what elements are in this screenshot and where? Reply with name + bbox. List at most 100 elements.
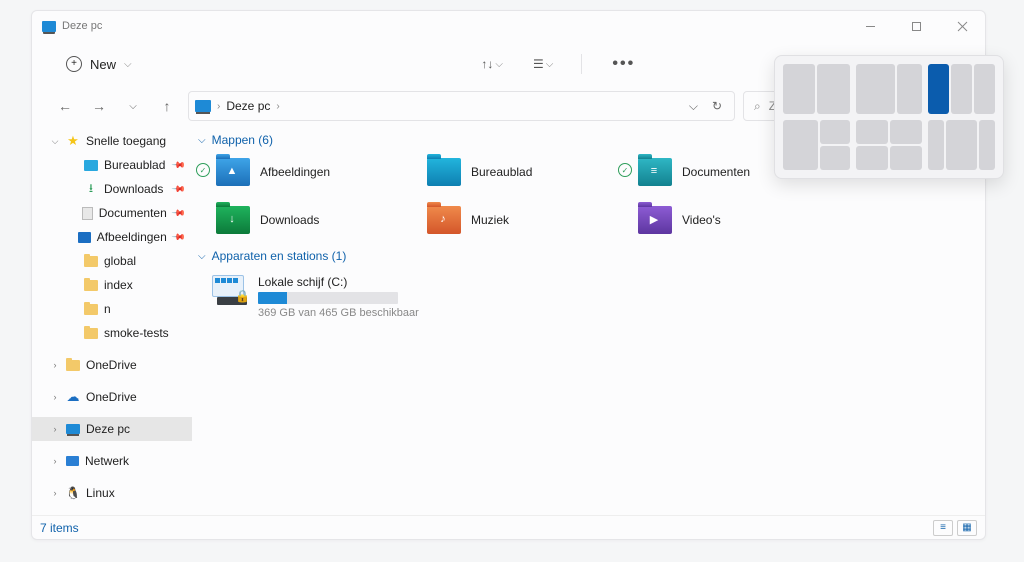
folder-icon: ↓ [216,206,250,234]
sidebar-label: global [104,254,136,268]
sidebar-item-folder[interactable]: ›index [32,273,192,297]
snap-layout-left-stack[interactable] [783,120,850,170]
chevron-down-icon: ⌵ [124,59,132,70]
sidebar-onedrive-cloud[interactable]: ›☁OneDrive [32,385,192,409]
status-bar: 7 items ≡ ▦ [32,515,985,539]
snap-layout-quad[interactable] [856,120,923,170]
section-drives[interactable]: ⌵ Apparaten en stations (1) [196,245,977,269]
details-view-button[interactable]: ≡ [933,520,953,536]
folder-label: Muziek [471,213,509,227]
view-button[interactable]: ☰ ⌵ [527,53,559,75]
snap-layout-thirds[interactable] [928,64,995,114]
sidebar-item-pictures[interactable]: ›Afbeeldingen📌 [32,225,192,249]
this-pc-icon [66,424,80,434]
document-icon [82,207,93,220]
folder-icon [66,360,80,371]
address-dropdown-icon[interactable]: ⌵ [689,99,698,114]
minimize-button[interactable] [847,11,893,41]
sort-button[interactable]: ↑↓ ⌵ [475,53,509,75]
folder-icon: ♪ [427,206,461,234]
separator [581,54,582,74]
folder-item[interactable]: ♪ Muziek [407,201,612,239]
sidebar-item-folder[interactable]: ›n [32,297,192,321]
lock-icon: 🔒 [235,289,250,303]
plus-icon: + [66,56,82,72]
drive-subtext: 369 GB van 465 GB beschikbaar [258,307,419,319]
back-button[interactable]: ← [52,93,78,119]
refresh-button[interactable]: ↻ [712,99,722,114]
more-button[interactable]: ••• [604,51,643,77]
sidebar-this-pc[interactable]: ›Deze pc [32,417,192,441]
sidebar-label: OneDrive [86,358,137,372]
download-icon: ⭳ [84,182,98,196]
sidebar-label: Snelle toegang [86,134,166,148]
sidebar-quick-access[interactable]: ⌵★ Snelle toegang [32,129,192,153]
sidebar-label: Documenten [99,206,167,220]
folder-icon [84,304,98,315]
folder-item[interactable]: ✓▲Afbeeldingen [196,153,401,191]
sidebar-item-desktop[interactable]: ›Bureaublad📌 [32,153,192,177]
new-button[interactable]: + New ⌵ [56,52,142,76]
forward-button[interactable]: → [86,93,112,119]
folder-item[interactable]: ▶ Video's [618,201,823,239]
sidebar-item-documents[interactable]: ›Documenten📌 [32,201,192,225]
address-bar[interactable]: › Deze pc › ⌵ ↻ [188,91,735,121]
recent-button[interactable]: ⌵ [120,93,146,119]
close-button[interactable] [939,11,985,41]
drive-label: Lokale schijf (C:) [258,275,419,289]
sidebar-label: Downloads [104,182,163,196]
sidebar-item-downloads[interactable]: ›⭳Downloads📌 [32,177,192,201]
sidebar-linux[interactable]: ›🐧Linux [32,481,192,505]
window-title: Deze pc [62,20,102,32]
chevron-right-icon: › [217,101,220,112]
sidebar-label: Afbeeldingen [97,230,167,244]
pin-icon: 📌 [171,229,187,245]
folder-icon [84,280,98,291]
section-title: Apparaten en stations (1) [212,249,347,263]
cloud-icon: ☁ [66,390,80,404]
folder-icon [84,256,98,267]
drive-item[interactable]: 🔒 Lokale schijf (C:) 369 GB van 465 GB b… [196,269,977,319]
folder-icon [84,328,98,339]
sidebar-label: OneDrive [86,390,137,404]
linux-icon: 🐧 [66,486,80,500]
pin-icon: 📌 [171,205,187,221]
item-count: 7 items [40,521,79,535]
network-icon [66,456,79,466]
sidebar-label: Deze pc [86,422,130,436]
sidebar-item-folder[interactable]: ›global [32,249,192,273]
pin-icon: 📌 [171,181,187,197]
snap-layout-5050[interactable] [783,64,850,114]
folder-item[interactable]: Bureaublad [407,153,612,191]
folder-label: Downloads [260,213,319,227]
folder-icon: ▶ [638,206,672,234]
snap-layout-center-wide[interactable] [928,120,995,170]
snap-layouts-popup [774,55,1004,179]
folder-label: Bureaublad [471,165,532,179]
chevron-down-icon: ⌵ [198,135,206,146]
folder-item[interactable]: ↓ Downloads [196,201,401,239]
window-controls [847,11,985,41]
sidebar-label: smoke-tests [104,326,169,340]
folder-label: Documenten [682,165,750,179]
sidebar-label: n [104,302,111,316]
nav-pane: ⌵★ Snelle toegang ›Bureaublad📌 ›⭳Downloa… [32,125,192,515]
sidebar-onedrive[interactable]: ›OneDrive [32,353,192,377]
chevron-down-icon: ⌵ [198,251,206,262]
sync-check-icon: ✓ [196,163,210,177]
folder-label: Video's [682,213,721,227]
sidebar-network[interactable]: ›Netwerk [32,449,192,473]
pin-icon: 📌 [171,157,187,173]
snap-layout-7030[interactable] [856,64,923,114]
icons-view-button[interactable]: ▦ [957,520,977,536]
breadcrumb-root[interactable]: Deze pc [226,99,270,113]
this-pc-icon [42,21,56,32]
drive-icon: 🔒 [212,275,248,305]
folder-label: Afbeeldingen [260,165,330,179]
up-button[interactable]: ↑ [154,93,180,119]
sync-check-icon: ✓ [618,163,632,177]
maximize-button[interactable] [893,11,939,41]
sidebar-item-folder[interactable]: ›smoke-tests [32,321,192,345]
section-title: Mappen (6) [212,133,273,147]
folder-icon [427,158,461,186]
